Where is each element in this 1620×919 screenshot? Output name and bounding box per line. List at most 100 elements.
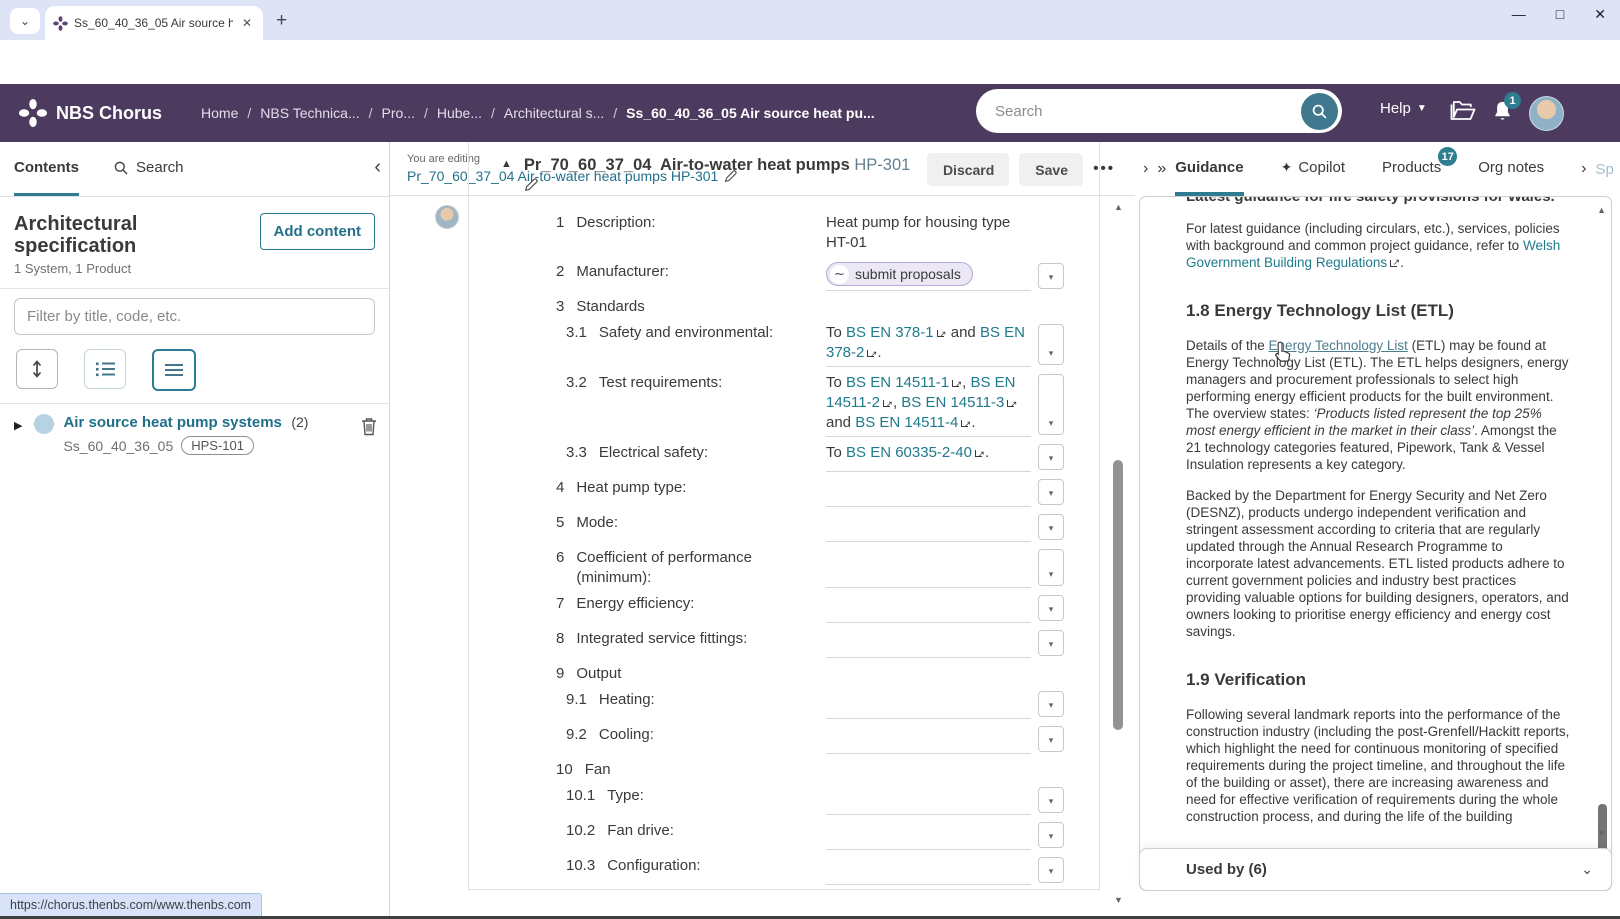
detailed-list-view-button[interactable] <box>84 349 126 389</box>
clause-dropdown-button[interactable]: ▾ <box>1038 691 1064 717</box>
clause-label-col: 10.3Configuration: <box>556 856 826 885</box>
scroll-down-arrow[interactable]: ▼ <box>1597 828 1606 838</box>
breadcrumb-item[interactable]: Home <box>201 105 238 121</box>
delete-system-button[interactable] <box>361 417 377 441</box>
window-maximize-button[interactable]: □ <box>1556 6 1564 23</box>
inline-link[interactable]: BS EN 60335-2-40 <box>846 444 972 461</box>
tab-org-notes[interactable]: Org notes <box>1478 142 1544 196</box>
scroll-up-arrow[interactable]: ▲ <box>1114 202 1123 212</box>
chevron-down-icon: ▾ <box>1049 418 1054 429</box>
filter-input[interactable] <box>14 298 375 335</box>
breadcrumb-item[interactable]: Architectural s... <box>504 105 604 121</box>
tab-close-icon[interactable]: ✕ <box>239 16 255 30</box>
help-menu[interactable]: Help ▼ <box>1380 100 1427 117</box>
editor-scrollbar[interactable] <box>1113 460 1123 730</box>
clause-dropdown-button[interactable]: ▾ <box>1038 514 1064 540</box>
clause-dropdown-button[interactable]: ▾ <box>1038 444 1064 470</box>
clause-label: Output <box>576 664 621 684</box>
global-search[interactable] <box>976 89 1342 133</box>
collapse-panel-icon[interactable]: › <box>1143 160 1148 178</box>
tab-search[interactable]: Search <box>113 142 184 196</box>
clause-value[interactable]: To BS EN 60335-2-40. <box>826 443 1031 472</box>
inline-link[interactable]: BS EN 14511-4 <box>855 414 958 431</box>
clause-value[interactable]: Heat pump for housing type HT-01 <box>826 213 1031 256</box>
clause-dropdown-button[interactable]: ▾ <box>1038 263 1064 289</box>
collapse-triangle-icon[interactable]: ▲ <box>501 158 512 170</box>
tabs-overflow-icon[interactable]: › <box>1581 160 1586 178</box>
text-segment: To <box>826 324 846 341</box>
clause-dropdown-button[interactable]: ▾ <box>1038 857 1064 883</box>
clause-value[interactable]: To BS EN 14511-1, BS EN 14511-2, BS EN 1… <box>826 373 1031 437</box>
search-button[interactable] <box>1301 93 1338 130</box>
clause-dropdown-button[interactable]: ▾ <box>1038 374 1064 435</box>
inline-link[interactable]: BS EN 14511-1 <box>846 374 949 391</box>
clause-value[interactable]: ∼submit proposals <box>826 262 1031 291</box>
clause-dropdown-button[interactable]: ▾ <box>1038 822 1064 848</box>
window-close-button[interactable]: ✕ <box>1594 6 1606 23</box>
clause-card: ▲ Pr_70_60_37_04 Air-to-water heat pumps… <box>468 142 1100 890</box>
expand-triangle-icon[interactable]: ▶ <box>14 419 22 432</box>
inline-link[interactable]: BS EN 378-1 <box>846 324 934 341</box>
discard-button[interactable]: Discard <box>928 154 1009 186</box>
nbs-chorus-logo[interactable]: NBS Chorus <box>18 98 162 128</box>
external-link-icon <box>883 398 892 407</box>
clause-value[interactable] <box>826 821 1031 850</box>
clause-dropdown-button[interactable]: ▾ <box>1038 595 1064 621</box>
tab-guidance[interactable]: Guidance <box>1175 142 1243 196</box>
files-folder-icon[interactable] <box>1450 99 1476 123</box>
clause-dropdown-button[interactable]: ▾ <box>1038 549 1064 586</box>
clause-value[interactable] <box>826 478 1031 507</box>
search-input[interactable] <box>993 102 1301 121</box>
clause-value[interactable] <box>826 725 1031 754</box>
clause-value[interactable] <box>826 856 1031 885</box>
clause-label: Energy efficiency: <box>576 594 694 614</box>
used-by-section[interactable]: Used by (6) ⌄ <box>1139 848 1612 891</box>
breadcrumb-item[interactable]: NBS Technica... <box>260 105 359 121</box>
clause-dropdown-button[interactable]: ▾ <box>1038 630 1064 656</box>
clause-value[interactable] <box>826 513 1031 542</box>
guidance-content: Latest guidance for fire safety provisio… <box>1140 197 1611 890</box>
chevron-down-icon: ▾ <box>1049 639 1054 650</box>
save-button[interactable]: Save <box>1020 154 1083 186</box>
clause-value[interactable] <box>826 786 1031 815</box>
expand-panel-icon[interactable]: » <box>1157 160 1166 178</box>
clause-value[interactable] <box>826 690 1031 719</box>
compact-list-view-button[interactable] <box>152 349 196 391</box>
scroll-up-arrow[interactable]: ▲ <box>1597 205 1606 215</box>
breadcrumb-item[interactable]: Hube... <box>437 105 482 121</box>
clause-row: 10.3Configuration: ▾ <box>556 853 1085 888</box>
new-tab-button[interactable]: + <box>276 10 287 32</box>
scroll-down-arrow[interactable]: ▼ <box>1114 895 1123 905</box>
notifications-bell[interactable]: 1 <box>1491 99 1514 128</box>
clause-dropdown-button[interactable]: ▾ <box>1038 726 1064 752</box>
browser-tab[interactable]: Ss_60_40_36_05 Air source heat ✕ <box>45 6 263 40</box>
tab-products[interactable]: Products17 <box>1382 142 1441 196</box>
tree-item-count: (2) <box>291 414 308 430</box>
window-minimize-button[interactable]: — <box>1512 6 1526 23</box>
chevron-down-icon: ⌄ <box>1581 861 1593 878</box>
breadcrumb-item[interactable]: Ss_60_40_36_05 Air source heat pu... <box>626 105 875 121</box>
clause-value[interactable] <box>826 548 1031 588</box>
user-avatar[interactable] <box>1529 96 1564 131</box>
clause-dropdown-button[interactable]: ▾ <box>1038 324 1064 365</box>
expand-collapse-button[interactable] <box>16 349 58 389</box>
tree-item-air-source-heat-pump-systems[interactable]: ▶ Air source heat pump systems (2) Ss_60… <box>14 414 377 455</box>
collapse-sidebar-icon[interactable]: ‹ <box>374 156 381 179</box>
tab-copilot[interactable]: ✦Copilot <box>1281 142 1345 196</box>
nbs-flower-icon <box>18 98 48 128</box>
clause-dropdown-button[interactable]: ▾ <box>1038 479 1064 505</box>
clause-label: Standards <box>576 297 644 317</box>
add-content-button[interactable]: Add content <box>260 213 376 250</box>
clause-dropdown-button[interactable]: ▾ <box>1038 787 1064 813</box>
clause-value[interactable] <box>826 594 1031 623</box>
clause-value[interactable] <box>826 629 1031 658</box>
pencil-icon[interactable] <box>524 178 538 192</box>
submit-proposals-pill[interactable]: ∼submit proposals <box>826 262 973 286</box>
tab-search-button[interactable]: ⌄ <box>10 8 40 34</box>
clause-value[interactable]: To BS EN 378-1 and BS EN 378-2. <box>826 323 1031 367</box>
tab-contents[interactable]: Contents <box>14 142 79 196</box>
tree-item-title[interactable]: Air source heat pump systems <box>63 414 281 431</box>
guidance-panel: › » Guidance ✦Copilot Products17 Org notes ›… <box>1135 142 1620 919</box>
inline-link[interactable]: BS EN 14511-3 <box>901 394 1004 411</box>
breadcrumb-item[interactable]: Pro... <box>382 105 415 121</box>
